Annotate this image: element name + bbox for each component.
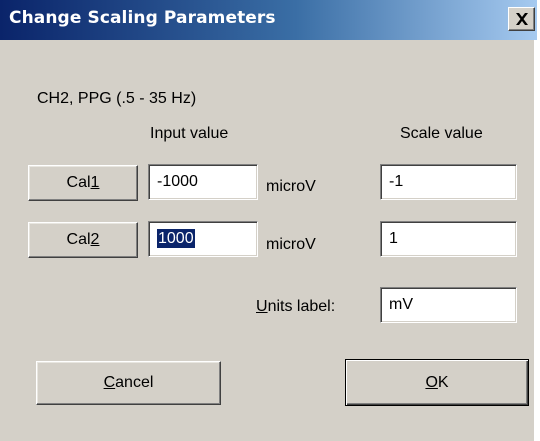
cal2-input-value: 1000	[157, 229, 195, 248]
ok-button[interactable]: OK	[345, 359, 529, 406]
cal1-label-mnemonic: 1	[90, 174, 100, 191]
dialog-title: Change Scaling Parameters	[9, 8, 276, 28]
cal2-button[interactable]: Cal 2	[28, 222, 138, 258]
close-button[interactable]	[508, 7, 535, 31]
units-field[interactable]: mV	[380, 287, 517, 323]
cal1-scale-field[interactable]: -1	[380, 164, 517, 200]
cal2-label-prefix: Cal	[66, 231, 91, 248]
cal1-scale-value: -1	[389, 173, 404, 190]
cal2-scale-value: 1	[389, 230, 398, 247]
title-bar[interactable]: Change Scaling Parameters	[0, 0, 537, 40]
cancel-label-rest: ancel	[115, 374, 154, 391]
ok-label-rest: K	[437, 373, 449, 391]
scale-value-header: Scale value	[400, 125, 483, 142]
ok-label-mnemonic: O	[425, 373, 438, 391]
cal1-label-prefix: Cal	[66, 174, 91, 191]
cal2-unit-label: microV	[266, 236, 316, 253]
cal2-scale-field[interactable]: 1	[380, 221, 517, 257]
units-value: mV	[389, 296, 413, 313]
cal1-input-value: -1000	[157, 173, 198, 190]
channel-label: CH2, PPG (.5 - 35 Hz)	[37, 90, 197, 107]
cal1-button[interactable]: Cal 1	[28, 165, 138, 201]
cal1-input-field[interactable]: -1000	[148, 164, 258, 200]
cal1-unit-label: microV	[266, 178, 316, 195]
units-label-mnemonic: U	[256, 298, 268, 315]
cancel-button[interactable]: Cancel	[36, 361, 221, 405]
close-icon	[516, 13, 528, 25]
change-scaling-dialog: Change Scaling Parameters CH2, PPG (.5 -…	[0, 0, 537, 441]
cal2-label-mnemonic: 2	[90, 231, 100, 248]
cancel-label-mnemonic: C	[103, 374, 116, 391]
units-label-rest: nits label:	[267, 298, 336, 315]
cal2-input-field[interactable]: 1000	[148, 221, 258, 257]
input-value-header: Input value	[150, 125, 229, 142]
units-label: Units label:	[256, 298, 335, 316]
